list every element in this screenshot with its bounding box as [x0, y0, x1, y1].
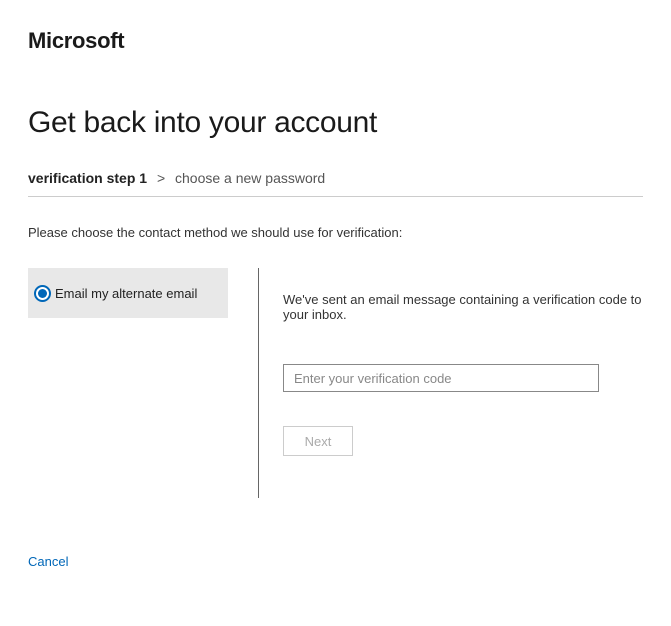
breadcrumb: verification step 1 > choose a new passw… — [28, 170, 643, 197]
page-title: Get back into your account — [28, 106, 643, 140]
next-button[interactable]: Next — [283, 426, 353, 456]
step-current: verification step 1 — [28, 170, 147, 186]
step-separator: > — [157, 170, 165, 186]
radio-selected-icon — [34, 285, 51, 302]
options-column: Email my alternate email — [28, 268, 228, 498]
sent-message: We've sent an email message containing a… — [283, 292, 643, 322]
brand-logo: Microsoft — [28, 28, 643, 54]
option-email-alternate[interactable]: Email my alternate email — [28, 268, 228, 318]
option-label: Email my alternate email — [55, 286, 197, 301]
verification-code-input[interactable] — [283, 364, 599, 392]
verification-area: Email my alternate email We've sent an e… — [28, 268, 643, 498]
cancel-link[interactable]: Cancel — [28, 554, 68, 569]
step-next: choose a new password — [175, 170, 325, 186]
instruction-text: Please choose the contact method we shou… — [28, 225, 643, 240]
content-column: We've sent an email message containing a… — [283, 268, 643, 498]
vertical-divider — [258, 268, 259, 498]
